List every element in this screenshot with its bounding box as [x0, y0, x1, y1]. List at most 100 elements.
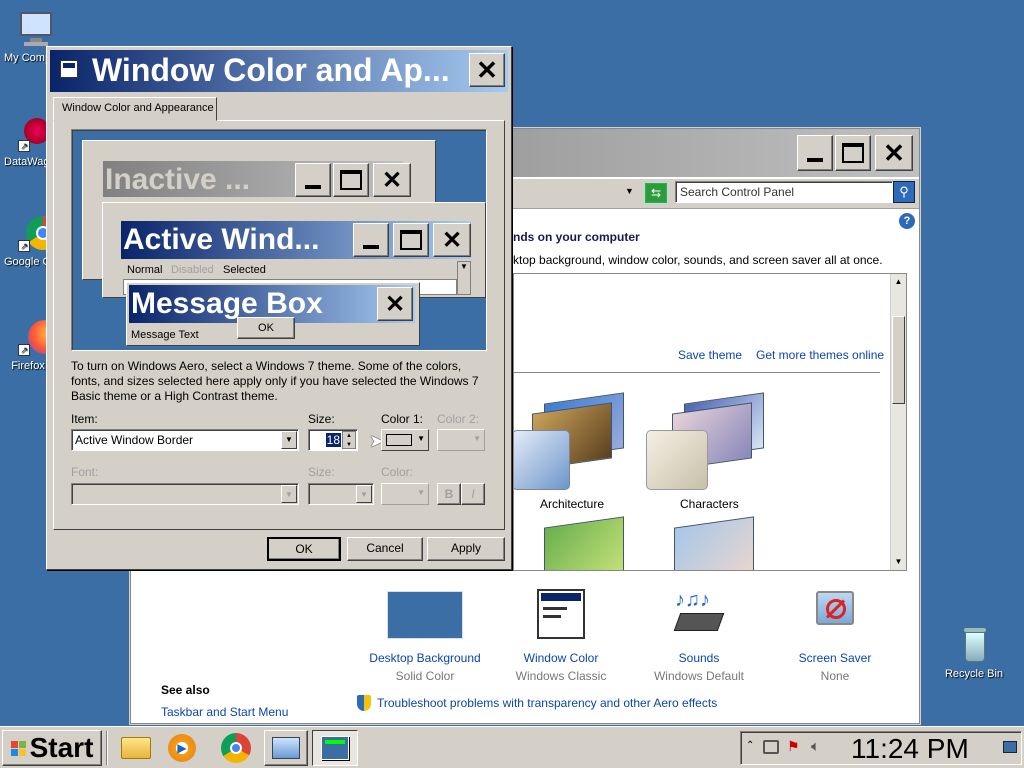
- theme-list-scrollbar[interactable]: ▲ ▼: [890, 274, 906, 570]
- taskbar-media-player-button[interactable]: ▶: [162, 731, 202, 765]
- help-icon[interactable]: ?: [899, 213, 915, 229]
- item-label: Item:: [71, 412, 98, 426]
- theme-list[interactable]: Save theme Get more themes online Archit…: [513, 273, 907, 571]
- dialog-app-icon: [60, 60, 78, 78]
- taskbar-start-menu-link[interactable]: Taskbar and Start Menu: [161, 705, 288, 719]
- search-button[interactable]: ⚲: [893, 181, 915, 203]
- screen-saver-title: Screen Saver: [798, 651, 872, 665]
- font-size-select: ▼: [308, 483, 374, 505]
- size-value: 18: [325, 433, 341, 447]
- preview-close-button: ✕: [373, 163, 411, 197]
- preview-maximize-button: [393, 223, 429, 257]
- window-color-icon: [321, 736, 349, 760]
- scroll-down-arrow[interactable]: ▼: [891, 554, 906, 570]
- preview-message-box: Message Box ✕ Message Text OK: [126, 282, 420, 346]
- appearance-preview[interactable]: Inactive ... ✕ Active Wind... ✕ Normal D…: [71, 129, 487, 351]
- media-player-icon: ▶: [168, 734, 196, 762]
- refresh-button[interactable]: ⇆: [645, 183, 667, 203]
- clock[interactable]: 11:24 PM: [851, 734, 969, 764]
- taskbar-window-color-button[interactable]: [312, 730, 358, 766]
- cancel-button[interactable]: Cancel: [347, 537, 423, 561]
- network-icon[interactable]: [763, 740, 779, 754]
- chevron-up-icon[interactable]: ⌃: [746, 740, 754, 751]
- tab-window-color[interactable]: Window Color and Appearance: [53, 97, 217, 121]
- close-icon: ✕: [883, 137, 905, 168]
- apply-button[interactable]: Apply: [427, 537, 505, 561]
- search-control-panel-input[interactable]: Search Control Panel: [675, 181, 893, 203]
- size-spinner[interactable]: ▲ ▼: [342, 431, 356, 449]
- font-label: Font:: [71, 465, 99, 479]
- chevron-down-icon: ▼: [281, 431, 297, 449]
- close-button[interactable]: ✕: [875, 135, 913, 171]
- preview-message-text: Message Text: [131, 329, 199, 341]
- font-color-label: Color:: [381, 465, 414, 479]
- scroll-up-arrow[interactable]: ▲: [891, 274, 906, 290]
- search-placeholder: Search Control Panel: [680, 185, 795, 199]
- save-theme-link[interactable]: Save theme: [678, 348, 742, 362]
- desktop-icon-label: DataWagon: [4, 156, 52, 168]
- start-label: Start: [29, 732, 94, 763]
- theme-architecture[interactable]: Architecture: [514, 392, 644, 511]
- chevron-down-icon: ▼: [473, 434, 481, 443]
- preview-menu-selected: Selected: [223, 264, 266, 276]
- desktop-background-item[interactable]: Desktop Background Solid Color: [367, 589, 483, 685]
- bold-button: B: [437, 483, 461, 505]
- font-size-label: Size:: [308, 465, 335, 479]
- theme-label: Architecture: [540, 497, 605, 511]
- color2-label: Color 2:: [437, 412, 480, 426]
- italic-button: I: [461, 483, 485, 505]
- window-color-title: Window Color: [523, 651, 599, 665]
- color1-picker[interactable]: ▼: [381, 429, 429, 451]
- screen-saver-item[interactable]: Screen Saver None: [777, 589, 893, 685]
- dialog-title-bar[interactable]: Window Color and Ap...: [50, 50, 508, 92]
- window-color-dialog: Window Color and Ap... ✕ Window Color an…: [46, 46, 512, 570]
- shield-icon: [357, 695, 371, 711]
- window-color-item[interactable]: Window Color Windows Classic: [503, 589, 619, 685]
- desktop-icon-label: My Computer: [4, 52, 52, 64]
- preview-inactive-title: Inactive ...: [105, 163, 251, 196]
- page-subheading: ktop background, window color, sounds, a…: [513, 253, 883, 267]
- preview-active-title: Active Wind...: [123, 223, 320, 256]
- sounds-item[interactable]: ♪♫♪ Sounds Windows Default: [641, 589, 757, 685]
- desktop-icon-label: Recycle Bin: [944, 668, 1004, 680]
- maximize-button[interactable]: [835, 135, 871, 171]
- folder-icon: [121, 737, 151, 759]
- theme-divider: [514, 372, 880, 373]
- action-center-icon[interactable]: ⚑: [787, 738, 803, 756]
- minimize-button[interactable]: [797, 135, 833, 171]
- color2-picker: ▼: [437, 429, 485, 451]
- size-input[interactable]: 18 ▲ ▼: [308, 429, 358, 451]
- taskbar-control-panel-button[interactable]: [264, 730, 308, 766]
- refresh-icon: ⇆: [650, 186, 662, 200]
- theme-thumbnail: [544, 516, 624, 570]
- taskbar-explorer-button[interactable]: [116, 731, 156, 765]
- color1-swatch: [386, 434, 412, 446]
- control-panel-icon: [272, 737, 300, 759]
- item-select[interactable]: Active Window Border ▼: [71, 429, 299, 451]
- chevron-down-icon: ▼: [281, 485, 297, 503]
- close-icon: ✕: [476, 54, 498, 85]
- taskbar-chrome-button[interactable]: [216, 731, 256, 765]
- desktop-icon-recycle-bin[interactable]: Recycle Bin: [938, 626, 1010, 680]
- close-icon: ✕: [381, 166, 403, 194]
- dialog-close-button[interactable]: ✕: [469, 53, 505, 87]
- troubleshoot-link[interactable]: Troubleshoot problems with transparency …: [377, 696, 717, 710]
- show-desktop-icon[interactable]: [1003, 741, 1017, 753]
- start-button[interactable]: Start: [2, 730, 102, 766]
- aero-description: To turn on Windows Aero, select a Window…: [71, 359, 479, 403]
- screen-saver-icon: [810, 589, 860, 639]
- address-dropdown-arrow[interactable]: ▼: [625, 186, 634, 196]
- tab-label: Window Color and Appearance: [62, 102, 214, 114]
- scroll-thumb[interactable]: [892, 316, 905, 404]
- system-tray: ⌃ ⚑ 🔈︎ 11:24 PM: [740, 731, 1022, 765]
- close-icon: ✕: [384, 290, 406, 318]
- theme-label: Characters: [680, 497, 739, 511]
- theme-thumbnail: [646, 430, 708, 490]
- dialog-title: Window Color and Ap...: [92, 52, 450, 88]
- ok-button[interactable]: OK: [267, 537, 341, 561]
- theme-characters[interactable]: Characters: [644, 392, 784, 511]
- get-more-themes-link[interactable]: Get more themes online: [756, 348, 884, 362]
- volume-icon[interactable]: 🔈︎: [811, 738, 820, 755]
- preview-menu-normal: Normal: [127, 264, 163, 276]
- taskbar: Start ▶ ⌃ ⚑ 🔈︎ 11:24 PM: [0, 726, 1024, 768]
